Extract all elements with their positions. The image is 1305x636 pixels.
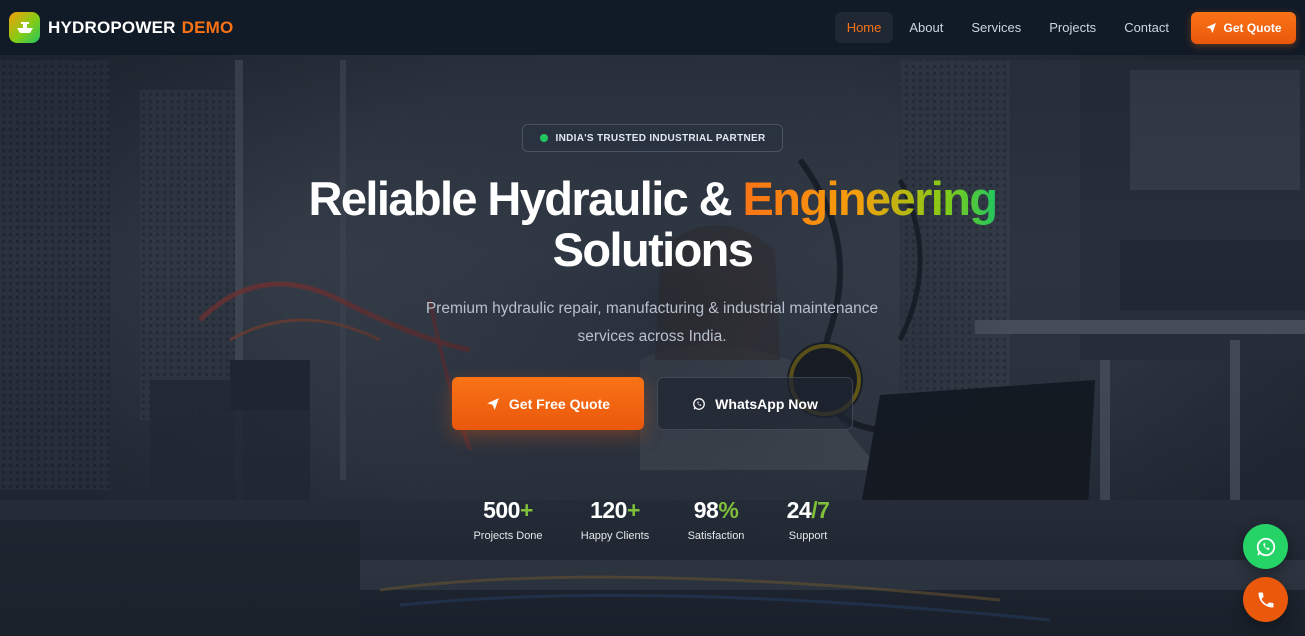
whatsapp-now-button[interactable]: WhatsApp Now xyxy=(657,377,853,430)
stat-label: Satisfaction xyxy=(687,530,745,542)
get-free-quote-label: Get Free Quote xyxy=(508,395,611,412)
stat-value: 120+ xyxy=(590,497,640,523)
nav-link-home[interactable]: Home xyxy=(834,12,894,43)
send-icon xyxy=(487,397,499,410)
stat-satisfaction: 98% Satisfaction xyxy=(666,495,766,542)
nav-link-contact[interactable]: Contact xyxy=(1112,12,1181,43)
send-icon xyxy=(1206,22,1217,33)
top-navbar: HYDROPOWER DEMO Home About Services Proje… xyxy=(0,0,1305,55)
stat-value: 24/7 xyxy=(786,497,830,523)
floating-whatsapp-button[interactable] xyxy=(1243,524,1288,569)
stat-support: 24/7 Support xyxy=(758,495,858,542)
whatsapp-icon xyxy=(1256,537,1275,556)
get-quote-button[interactable]: Get Quote xyxy=(1191,11,1296,44)
whatsapp-icon xyxy=(693,397,706,410)
status-dot-icon xyxy=(539,134,548,142)
hero-content: INDIA'S TRUSTED INDUSTRIAL PARTNER Relia… xyxy=(0,55,1305,636)
stat-label: Projects Done xyxy=(473,530,543,542)
nav-link-about[interactable]: About xyxy=(897,12,955,43)
hero-title-highlight: Engineering xyxy=(742,172,998,225)
brand-accent: DEMO xyxy=(181,17,234,37)
brand-main: HYDROPOWER xyxy=(48,17,176,37)
trust-badge: INDIA'S TRUSTED INDUSTRIAL PARTNER xyxy=(522,124,783,152)
hero-title: Reliable Hydraulic & Engineering Solutio… xyxy=(200,173,1105,275)
stat-value: 500+ xyxy=(483,497,533,523)
hero-title-part2: Solutions xyxy=(552,223,754,276)
get-free-quote-button[interactable]: Get Free Quote xyxy=(452,377,644,430)
stat-label: Happy Clients xyxy=(580,530,650,542)
main-nav: Home About Services Projects Contact Get… xyxy=(834,11,1296,44)
hero-subtitle: Premium hydraulic repair, manufacturing … xyxy=(425,300,879,345)
brand[interactable]: HYDROPOWER DEMO xyxy=(9,12,233,43)
stat-clients: 120+ Happy Clients xyxy=(565,495,665,542)
brand-name: HYDROPOWER DEMO xyxy=(48,18,233,38)
trust-badge-label: INDIA'S TRUSTED INDUSTRIAL PARTNER xyxy=(555,132,766,144)
get-quote-label: Get Quote xyxy=(1223,20,1282,35)
stats-row: 500+ Projects Done 120+ Happy Clients 98… xyxy=(458,495,848,555)
stat-label: Support xyxy=(788,530,828,542)
hero-title-part1: Reliable Hydraulic & xyxy=(308,172,733,225)
phone-icon xyxy=(1258,592,1273,607)
floating-call-button[interactable] xyxy=(1243,577,1288,622)
nav-link-projects[interactable]: Projects xyxy=(1037,12,1108,43)
nav-link-services[interactable]: Services xyxy=(959,12,1033,43)
stat-value: 98% xyxy=(693,497,739,523)
brand-logo-icon xyxy=(9,12,40,43)
stat-projects: 500+ Projects Done xyxy=(458,495,558,542)
whatsapp-now-label: WhatsApp Now xyxy=(715,395,818,412)
